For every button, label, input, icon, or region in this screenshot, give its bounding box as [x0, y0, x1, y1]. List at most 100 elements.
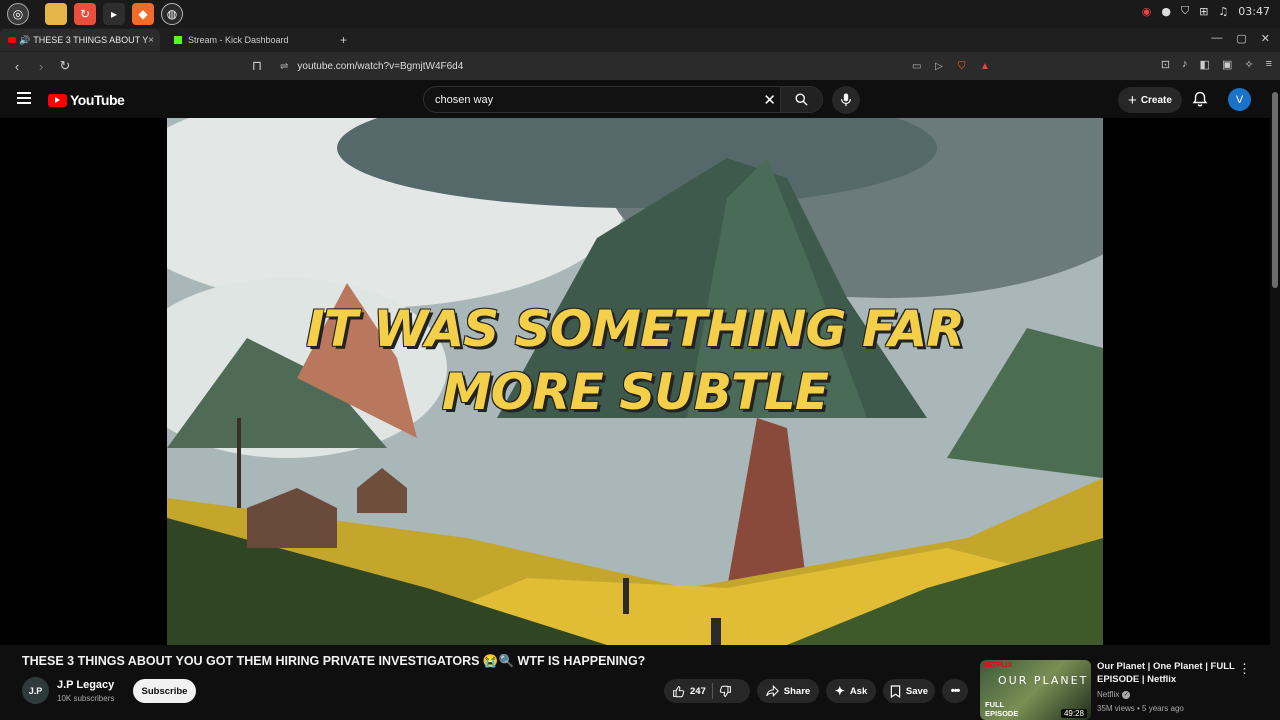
youtube-logo[interactable]: YouTube	[48, 92, 125, 108]
shield-tray-icon[interactable]: ⛉	[1181, 4, 1189, 18]
dislike-button[interactable]	[719, 685, 732, 698]
mint-menu-icon[interactable]: ◎	[7, 3, 29, 25]
clock[interactable]: 03:47	[1238, 5, 1270, 18]
recommendation-meta: 35M views • 5 years ago	[1097, 704, 1184, 713]
video-caption: IT WAS SOMETHING FAR MORE SUBTLE	[167, 298, 1103, 424]
tab-label: Stream - Kick Dashboard	[188, 35, 289, 45]
sidebar-icon[interactable]: ◧	[1200, 58, 1210, 71]
scrollbar-thumb[interactable]	[1272, 92, 1278, 288]
tab-kick-dashboard[interactable]: Stream - Kick Dashboard	[166, 29, 326, 51]
create-button[interactable]: + Create	[1118, 87, 1182, 113]
account-avatar[interactable]: V	[1228, 88, 1251, 111]
obs-tray-icon[interactable]: ◉	[1142, 5, 1152, 18]
like-count: 247	[690, 685, 706, 697]
video-title: THESE 3 THINGS ABOUT YOU GOT THEM HIRING…	[22, 654, 646, 668]
subscribe-button[interactable]: Subscribe	[133, 679, 196, 703]
new-tab-button[interactable]: +	[332, 29, 355, 51]
like-divider	[711, 683, 713, 699]
menu-icon[interactable]: ≡	[1266, 58, 1272, 71]
like-button[interactable]: 247	[672, 685, 706, 698]
thumb-brand: NETFLIX	[983, 662, 1013, 669]
like-dislike-group: 247	[664, 679, 750, 703]
more-actions-button[interactable]: •••	[942, 679, 968, 703]
save-bookmark-icon	[890, 684, 901, 698]
cast-icon[interactable]: ▭	[912, 61, 921, 72]
voice-search-button[interactable]	[832, 86, 860, 114]
plus-icon: +	[1128, 91, 1137, 109]
search-box: ✕	[423, 86, 823, 113]
brave-browser-icon[interactable]: ◆	[132, 3, 154, 25]
screenshot-icon[interactable]: ⊡	[1161, 58, 1170, 71]
youtube-header: YouTube ✕ + Create V	[0, 80, 1270, 118]
brave-shield-icon[interactable]: ⛉	[958, 61, 966, 72]
brave-rewards-icon[interactable]: ▲	[980, 61, 990, 72]
back-icon[interactable]: ‹	[10, 59, 24, 74]
logo-text: YouTube	[70, 92, 125, 108]
reload-icon[interactable]: ↻	[58, 58, 72, 74]
create-label: Create	[1140, 94, 1172, 106]
obs-icon[interactable]: ◍	[161, 3, 183, 25]
search-button[interactable]	[780, 87, 822, 112]
verified-icon: ✓	[1122, 690, 1131, 699]
leo-ai-icon[interactable]: ✧	[1244, 58, 1253, 71]
recommendation-title[interactable]: Our Planet | One Planet | FULL EPISODE |…	[1097, 661, 1237, 686]
media-icon[interactable]: ♪	[1182, 58, 1188, 71]
caption-line-1: IT WAS SOMETHING FAR	[306, 300, 965, 358]
kick-favicon-icon	[174, 36, 182, 44]
thumb-tag: FULL EPISODE	[985, 700, 1019, 718]
tab-close-icon[interactable]: ×	[148, 35, 154, 46]
tray-dot-icon[interactable]: ●	[1161, 5, 1171, 18]
recommendation-thumbnail[interactable]: NETFLIX OUR PLANET FULL EPISODE 49:28	[980, 660, 1091, 720]
ask-button[interactable]: ✦ Ask	[826, 679, 876, 703]
thumbs-down-icon	[719, 685, 731, 697]
tab-youtube[interactable]: 🔊 THESE 3 THINGS ABOUT Y ×	[0, 29, 160, 51]
bookmark-icon[interactable]: ⊓	[250, 58, 264, 74]
more-dots-icon: •••	[950, 685, 961, 697]
thumb-title: OUR PLANET	[998, 674, 1089, 687]
address-bar[interactable]: ⇌ youtube.com/watch?v=BgmjtW4F6d4 ▭ ▷ ⛉ …	[280, 57, 1000, 75]
tab-label: THESE 3 THINGS ABOUT Y	[33, 35, 149, 45]
share-button[interactable]: Share	[757, 679, 819, 703]
save-button[interactable]: Save	[883, 679, 935, 703]
recommendation-menu-icon[interactable]: ⋮	[1238, 661, 1251, 677]
video-frame[interactable]: IT WAS SOMETHING FAR MORE SUBTLE	[167, 118, 1103, 645]
url-text[interactable]: youtube.com/watch?v=BgmjtW4F6d4	[297, 61, 463, 72]
minimize-icon[interactable]: —	[1211, 32, 1222, 45]
clear-search-icon[interactable]: ✕	[763, 91, 776, 109]
share-label: Share	[783, 685, 811, 697]
ask-label: Ask	[849, 685, 868, 697]
youtube-play-icon	[48, 93, 67, 107]
microphone-icon	[841, 93, 851, 107]
forward-icon[interactable]: ›	[34, 59, 48, 74]
recommendation-channel-name: Netflix	[1097, 690, 1120, 699]
os-taskbar: ◎ ↻ ▸ ◆ ◍ ◉ ● ⛉ ⊞ ♫ 03:47	[0, 0, 1280, 28]
terminal-icon[interactable]: ▸	[103, 3, 125, 25]
search-icon	[795, 93, 808, 106]
close-window-icon[interactable]: ✕	[1261, 32, 1270, 45]
channel-avatar[interactable]: J.P	[22, 677, 49, 704]
caption-line-2: MORE SUBTLE	[441, 363, 829, 421]
sparkle-icon: ✦	[834, 684, 845, 698]
video-player[interactable]: IT WAS SOMETHING FAR MORE SUBTLE	[0, 118, 1270, 645]
recommendation-channel[interactable]: Netflix ✓	[1097, 690, 1131, 699]
subscriber-count: 10K subscribers	[57, 694, 115, 703]
page-scrollbar[interactable]	[1270, 80, 1280, 720]
search-input[interactable]	[435, 93, 755, 106]
site-settings-icon[interactable]: ⇌	[280, 61, 288, 72]
wallet-icon[interactable]: ▣	[1222, 58, 1232, 71]
folder-icon[interactable]	[45, 3, 67, 25]
save-label: Save	[905, 685, 929, 697]
music-icon[interactable]: ♫	[1218, 5, 1228, 18]
share-icon	[766, 685, 779, 697]
send-icon[interactable]: ▷	[935, 61, 943, 72]
channel-name[interactable]: J.P Legacy	[57, 679, 114, 691]
youtube-favicon-icon	[8, 37, 16, 43]
network-icon[interactable]: ⊞	[1199, 5, 1208, 18]
notifications-bell-icon[interactable]	[1192, 91, 1208, 107]
hamburger-menu-icon[interactable]	[17, 92, 31, 104]
app-launcher-icon[interactable]: ↻	[74, 3, 96, 25]
maximize-icon[interactable]: ▢	[1236, 32, 1246, 45]
speaker-icon[interactable]: 🔊	[19, 35, 30, 46]
video-duration: 49:28	[1060, 709, 1087, 718]
browser-tab-bar: 🔊 THESE 3 THINGS ABOUT Y × Stream - Kick…	[0, 28, 1280, 52]
